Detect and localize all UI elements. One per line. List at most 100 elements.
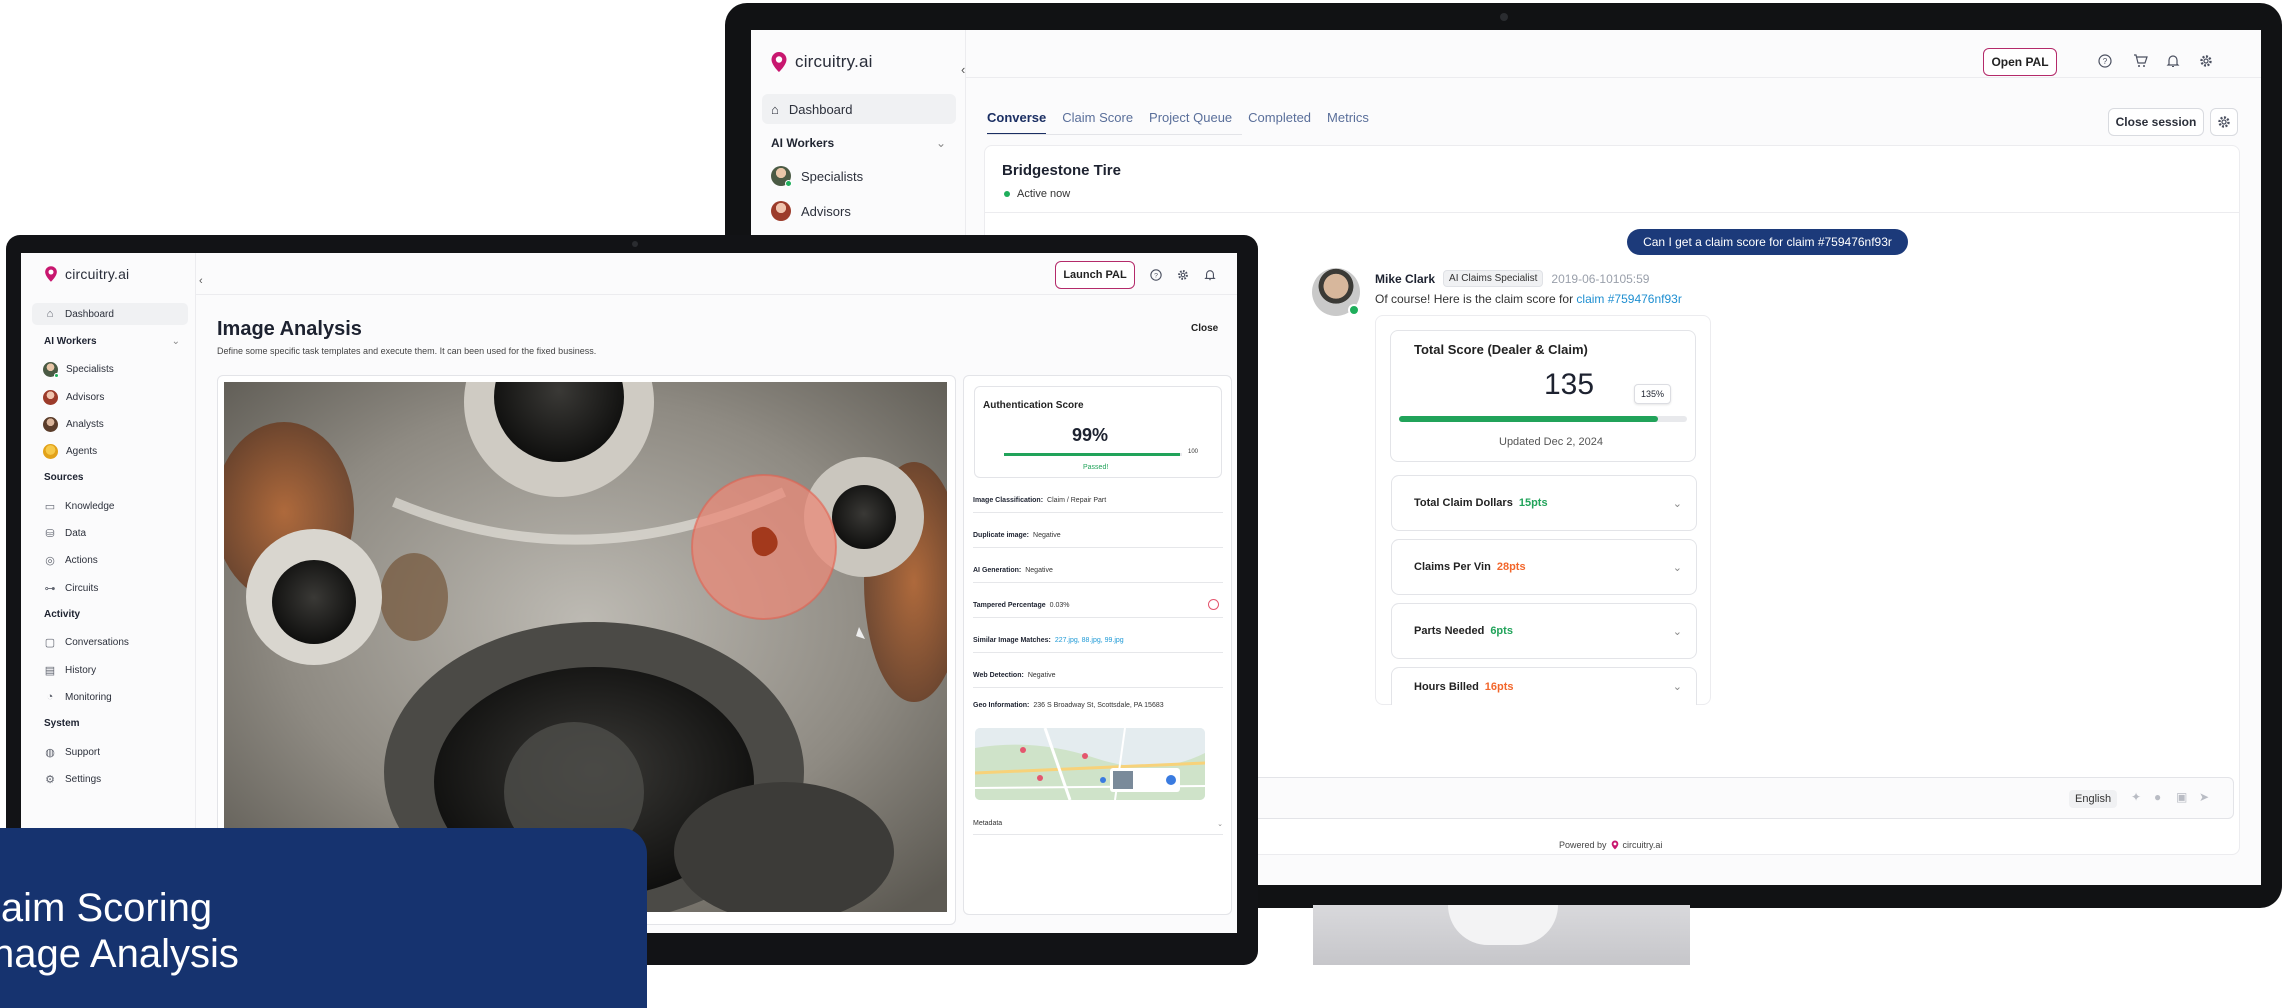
detail-value: Negative [1033, 532, 1061, 539]
score-row-total-claim-dollars[interactable]: Total Claim Dollars 15pts ⌄ [1391, 475, 1697, 531]
sidebar-item-agents[interactable]: Agents [43, 444, 97, 459]
close-button[interactable]: Close [1191, 323, 1218, 334]
sidebar-heading-activity: Activity [44, 609, 81, 620]
open-pal-button[interactable]: Open PAL [1983, 48, 2057, 76]
score-row-hours-billed[interactable]: Hours Billed 16pts ⌄ [1391, 667, 1697, 705]
avatar [771, 201, 791, 221]
sidebar-item-knowledge[interactable]: ▭ Knowledge [43, 499, 115, 513]
sidebar-item-specialists[interactable]: Specialists [771, 166, 864, 187]
detail-label: AI Generation: [973, 567, 1022, 574]
similar-image-links[interactable]: 227.jpg, 88.jpg, 99.jpg [1055, 637, 1124, 644]
sidebar-item-specialists[interactable]: Specialists [43, 362, 114, 378]
auth-score-progress-fill [1004, 453, 1181, 456]
home-icon: ⌂ [46, 308, 54, 320]
help-icon[interactable]: ? [1149, 268, 1163, 282]
user-message-bubble: Can I get a claim score for claim #75947… [1627, 229, 1908, 255]
location-map[interactable] [975, 728, 1205, 800]
collapse-icon[interactable]: ‹ [961, 62, 965, 77]
sidebar-item-settings[interactable]: ⚙ Settings [43, 772, 101, 786]
powered-by-brand: circuitry.ai [1622, 840, 1663, 850]
sidebar-group-label: AI Workers [771, 136, 835, 150]
detail-label: Similar Image Matches: [973, 637, 1051, 644]
status-text: Active now [1017, 188, 1071, 200]
microphone-icon[interactable]: ● [2154, 790, 2161, 804]
sidebar-item-monitoring[interactable]: ◔ Monitoring [43, 690, 112, 704]
tab-converse[interactable]: Converse [987, 110, 1047, 135]
sidebar-item-label: Advisors [66, 392, 105, 403]
detail-value: Negative [1027, 672, 1056, 679]
session-settings-gear-icon[interactable] [2210, 108, 2238, 136]
score-row-claims-per-vin[interactable]: Claims Per Vin 28pts ⌄ [1391, 539, 1697, 595]
sidebar-item-conversations[interactable]: ▢ Conversations [43, 635, 129, 649]
tab-completed[interactable]: Completed [1248, 110, 1311, 135]
sidebar-item-label: Agents [66, 446, 98, 457]
launch-pal-button[interactable]: Launch PAL [1055, 261, 1135, 289]
top-bar [966, 30, 2261, 78]
cart-icon[interactable] [2131, 52, 2149, 70]
sidebar-item-label: Knowledge [65, 500, 115, 512]
score-title: Total Score (Dealer & Claim) [1414, 342, 1588, 357]
sidebar-group-ai-workers[interactable]: AI Workers ⌄ [44, 336, 180, 347]
image-icon[interactable]: ▣ [2176, 790, 2187, 804]
auth-status: Passed! [1083, 464, 1109, 471]
logo[interactable]: circuitry.ai [770, 51, 873, 73]
detail-value: 0.03% [1049, 602, 1070, 609]
score-row-points: 6pts [1490, 625, 1513, 637]
sidebar-item-dashboard[interactable]: ⌂ Dashboard [43, 307, 114, 321]
help-icon[interactable]: ? [2096, 52, 2114, 70]
sidebar-item-actions[interactable]: ◎ Actions [43, 553, 98, 567]
sidebar-item-label: Dashboard [65, 308, 114, 320]
sidebar-group-ai-workers[interactable]: AI Workers ⌄ [771, 136, 946, 150]
warning-icon[interactable] [1208, 599, 1219, 610]
claim-link[interactable]: claim #759476nf93r [1576, 292, 1681, 306]
score-row-parts-needed[interactable]: Parts Needed 6pts ⌄ [1391, 603, 1697, 659]
sidebar-item-support[interactable]: ◍ Support [43, 745, 100, 759]
logo-pin-icon [45, 266, 57, 282]
gear-icon: ⚙ [45, 773, 55, 786]
history-icon: ▤ [44, 664, 56, 677]
sidebar-item-analysts[interactable]: Analysts [43, 417, 104, 432]
sidebar-item-advisors[interactable]: Advisors [43, 390, 104, 405]
chevron-down-icon: ⌄ [1672, 561, 1682, 574]
target-icon: ◎ [45, 554, 55, 567]
score-row-points: 28pts [1496, 561, 1526, 573]
sidebar-item-label: Settings [65, 773, 102, 785]
bell-icon[interactable] [1203, 268, 1217, 282]
sidebar-item-label: Dashboard [788, 101, 853, 117]
sidebar-item-label: Specialists [801, 168, 864, 184]
tab-claim-score[interactable]: Claim Score [1062, 110, 1133, 135]
sidebar-item-circuits[interactable]: ⊶ Circuits [43, 581, 99, 595]
sidebar-item-history[interactable]: ▤ History [43, 663, 96, 677]
sidebar-item-data[interactable]: ⛁ Data [43, 526, 86, 540]
powered-by-footer: Powered by circuitry.ai [1559, 840, 1662, 850]
logo[interactable]: circuitry.ai [44, 265, 129, 283]
gear-icon[interactable] [2197, 52, 2215, 70]
score-row-points: 15pts [1518, 497, 1548, 509]
score-row-label: Total Claim Dollars [1414, 497, 1513, 509]
language-selector[interactable]: English [2069, 790, 2118, 808]
agent-role-badge: AI Claims Specialist [1443, 270, 1544, 287]
sidebar-item-advisors[interactable]: Advisors [771, 201, 851, 221]
sidebar-item-label: Advisors [801, 203, 851, 219]
sidebar-item-label: Analysts [66, 419, 104, 430]
sidebar-item-dashboard[interactable]: ⌂ Dashboard [762, 94, 956, 124]
agent-name: Mike Clark [1375, 271, 1436, 286]
sidebar-heading-system: System [44, 718, 80, 729]
score-row-label: Hours Billed [1414, 680, 1479, 693]
tab-project-queue[interactable]: Project Queue [1149, 110, 1232, 135]
metadata-section[interactable]: Metadata ⌄ [973, 820, 1223, 835]
bell-icon[interactable] [2164, 52, 2182, 70]
detail-label: Tampered Percentage [973, 602, 1046, 609]
detail-label: Image Classification: [973, 497, 1044, 504]
status-indicator: Active now [1004, 188, 1070, 200]
close-session-button[interactable]: Close session [2108, 108, 2204, 136]
attach-icon[interactable]: ✦ [2131, 790, 2141, 804]
detail-label: Geo Information: [973, 702, 1030, 709]
sidebar-heading-sources: Sources [44, 472, 84, 483]
send-icon[interactable]: ➤ [2199, 790, 2209, 804]
detail-value: Claim / Repair Part [1047, 497, 1107, 504]
gear-icon[interactable] [1176, 268, 1190, 282]
auth-score-progress-bar [1004, 453, 1182, 456]
tab-metrics[interactable]: Metrics [1327, 110, 1369, 135]
agent-avatar [1312, 268, 1360, 316]
